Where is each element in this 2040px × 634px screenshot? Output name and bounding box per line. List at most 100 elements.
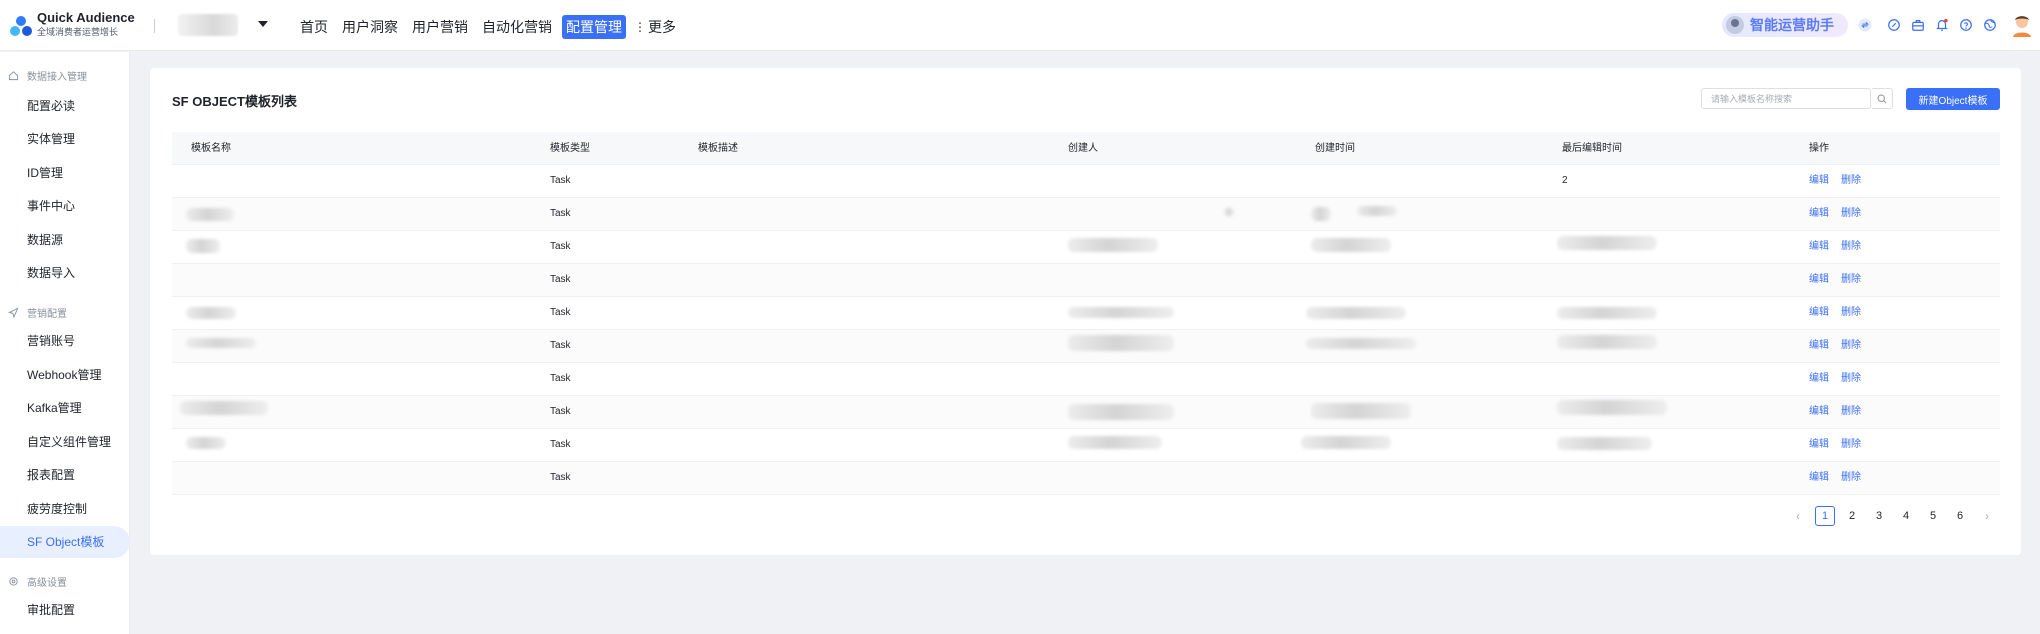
sidebar-item-approval-config[interactable]: 审批配置 <box>0 594 130 626</box>
delete-button[interactable]: 删除 <box>1841 297 1861 329</box>
sidebar-item-kafka[interactable]: Kafka管理 <box>0 392 130 424</box>
globe-icon[interactable] <box>1982 17 1998 33</box>
sidebar: 数据接入管理 配置必读 实体管理 ID管理 事件中心 数据源 数据导入 营销配置… <box>0 52 130 634</box>
sidebar-item-marketing-account[interactable]: 营销账号 <box>0 325 130 357</box>
brand-subtitle: 全域消费者运营增长 <box>37 27 119 37</box>
cell-template-type: Task <box>550 274 571 285</box>
search-icon <box>1877 93 1887 103</box>
next-page-icon[interactable]: › <box>1977 506 1997 526</box>
switch-icon[interactable] <box>1857 17 1873 33</box>
delete-button[interactable]: 删除 <box>1841 264 1861 296</box>
edit-button[interactable]: 编辑 <box>1809 429 1829 461</box>
sidebar-item-datasource[interactable]: 数据源 <box>0 224 130 256</box>
send-icon <box>8 307 19 318</box>
table-row: Task 编辑 删除 <box>172 396 2000 429</box>
cell-template-type: Task <box>550 241 571 252</box>
main-nav: 首页 用户洞察 用户营销 自动化营销 配置管理 ⋮ 更多 <box>296 14 678 40</box>
delete-button[interactable]: 删除 <box>1841 198 1861 230</box>
assistant-button[interactable]: 智能运营助手 <box>1722 13 1848 37</box>
redacted-cell <box>1311 238 1391 252</box>
edit-button[interactable]: 编辑 <box>1809 396 1829 428</box>
delete-button[interactable]: 删除 <box>1841 462 1861 494</box>
delete-button[interactable]: 删除 <box>1841 396 1861 428</box>
cell-template-type: Task <box>550 307 571 318</box>
redacted-cell <box>1301 436 1391 449</box>
delete-button[interactable]: 删除 <box>1841 165 1861 197</box>
sidebar-item-id[interactable]: ID管理 <box>0 157 130 189</box>
new-object-template-button[interactable]: 新建Object模板 <box>1906 88 2000 110</box>
delete-button[interactable]: 删除 <box>1841 330 1861 362</box>
edit-button[interactable]: 编辑 <box>1809 330 1829 362</box>
search-input[interactable] <box>1701 88 1871 109</box>
sidebar-item-event-center[interactable]: 事件中心 <box>0 190 130 222</box>
column-header-created-time: 创建时间 <box>1315 143 1355 154</box>
page-6[interactable]: 6 <box>1950 506 1970 526</box>
edit-button[interactable]: 编辑 <box>1809 165 1829 197</box>
edit-button[interactable]: 编辑 <box>1809 264 1829 296</box>
redacted-cell <box>1557 400 1667 415</box>
redacted-cell <box>186 307 236 319</box>
nav-user-insight[interactable]: 用户洞察 <box>338 15 402 39</box>
sidebar-item-data-import[interactable]: 数据导入 <box>0 257 130 289</box>
page-2[interactable]: 2 <box>1842 506 1862 526</box>
edit-button[interactable]: 编辑 <box>1809 363 1829 395</box>
edit-button[interactable]: 编辑 <box>1809 198 1829 230</box>
redacted-cell <box>180 401 268 415</box>
column-header-actions: 操作 <box>1809 143 1829 154</box>
redacted-cell <box>1068 436 1162 449</box>
edit-button[interactable]: 编辑 <box>1809 462 1829 494</box>
link-icon[interactable] <box>1886 17 1902 33</box>
redacted-cell <box>1357 206 1397 216</box>
table-row: Task 编辑 删除 <box>172 231 2000 264</box>
bell-icon[interactable] <box>1934 17 1950 33</box>
delete-button[interactable]: 删除 <box>1841 231 1861 263</box>
delete-button[interactable]: 删除 <box>1841 363 1861 395</box>
nav-user-marketing[interactable]: 用户营销 <box>408 15 472 39</box>
page-title: SF OBJECT模板列表 <box>172 94 297 109</box>
redacted-cell <box>186 208 234 221</box>
table-body: Task 2 编辑 删除 Task 编辑 删除 Task 编辑 删除 Task 编辑 删除 Task 编辑删… <box>172 165 2000 495</box>
edit-button[interactable]: 编辑 <box>1809 297 1829 329</box>
sidebar-group-advanced: 高级设置 <box>8 574 67 589</box>
sidebar-group-data-access: 数据接入管理 <box>8 68 87 83</box>
nav-config-management[interactable]: 配置管理 <box>562 15 626 39</box>
sidebar-item-entity[interactable]: 实体管理 <box>0 123 130 155</box>
sidebar-item-config-readme[interactable]: 配置必读 <box>0 90 130 122</box>
sidebar-group-label: 高级设置 <box>27 578 67 589</box>
page-1[interactable]: 1 <box>1815 506 1835 526</box>
help-icon[interactable] <box>1958 17 1974 33</box>
nav-more-label: 更多 <box>648 19 676 35</box>
page-4[interactable]: 4 <box>1896 506 1916 526</box>
table-header: 模板名称 模板类型 模板描述 创建人 创建时间 最后编辑时间 操作 <box>172 132 2000 165</box>
nav-home[interactable]: 首页 <box>296 15 332 39</box>
sidebar-item-fatigue-control[interactable]: 疲劳度控制 <box>0 493 130 525</box>
workspace-selector[interactable] <box>178 14 238 36</box>
table-row: Task 编辑 删除 <box>172 429 2000 462</box>
gear-icon <box>9 577 18 586</box>
page-3[interactable]: 3 <box>1869 506 1889 526</box>
sidebar-item-report-config[interactable]: 报表配置 <box>0 459 130 491</box>
nav-more[interactable]: ⋮ 更多 <box>632 14 678 40</box>
column-header-description: 模板描述 <box>698 143 738 154</box>
briefcase-icon[interactable] <box>1910 17 1926 33</box>
delete-button[interactable]: 删除 <box>1841 429 1861 461</box>
search-button[interactable] <box>1872 88 1893 109</box>
redacted-cell <box>1311 403 1411 419</box>
column-header-type: 模板类型 <box>550 143 590 154</box>
sidebar-item-custom-component[interactable]: 自定义组件管理 <box>0 426 130 458</box>
nav-auto-marketing[interactable]: 自动化营销 <box>478 15 556 39</box>
prev-page-icon[interactable]: ‹ <box>1788 506 1808 526</box>
template-table: 模板名称 模板类型 模板描述 创建人 创建时间 最后编辑时间 操作 Task 2 编… <box>172 132 2000 495</box>
sidebar-group-label: 营销配置 <box>27 309 67 320</box>
redacted-cell <box>1068 335 1174 351</box>
sidebar-item-sf-object-template[interactable]: SF Object模板 <box>0 526 130 558</box>
redacted-cell <box>1557 335 1657 349</box>
edit-button[interactable]: 编辑 <box>1809 231 1829 263</box>
cell-template-type: Task <box>550 472 571 483</box>
cell-template-type: Task <box>550 340 571 351</box>
column-header-last-edit: 最后编辑时间 <box>1562 143 1622 154</box>
sidebar-item-webhook[interactable]: Webhook管理 <box>0 359 130 391</box>
page-5[interactable]: 5 <box>1923 506 1943 526</box>
chevron-down-icon[interactable] <box>258 21 268 27</box>
user-avatar[interactable] <box>2011 13 2033 37</box>
